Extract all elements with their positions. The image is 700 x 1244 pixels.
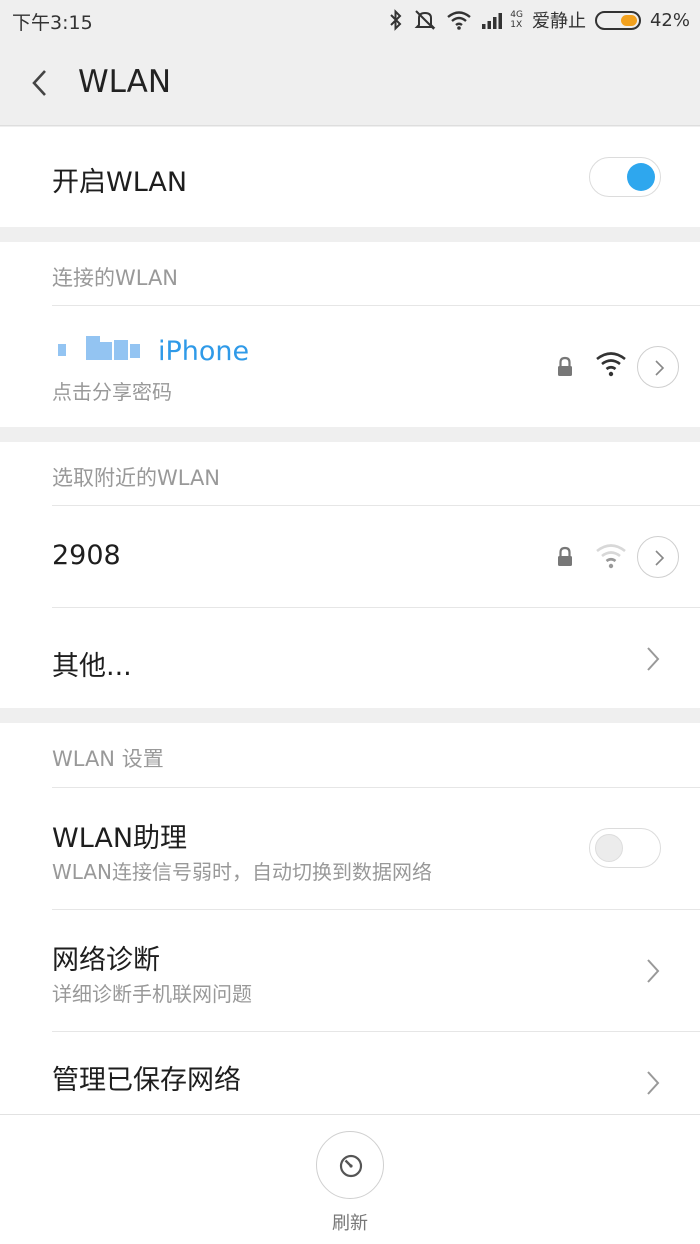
- network-diagnose-row[interactable]: 网络诊断 详细诊断手机联网问题: [0, 910, 700, 1031]
- back-arrow-icon[interactable]: [26, 67, 54, 99]
- status-icons: 4G 1X 爱静止 42%: [388, 7, 690, 33]
- app-bar: WLAN: [0, 40, 700, 126]
- nearby-wlan-card: 选取附近的WLAN 2908 其他...: [0, 442, 700, 708]
- wlan-settings-card: WLAN 设置 WLAN助理 WLAN连接信号弱时，自动切换到数据网络 网络诊断…: [0, 723, 700, 1114]
- carrier-name: 爱静止: [531, 11, 586, 32]
- redacted-pixels: [86, 336, 100, 360]
- lock-icon: [558, 546, 572, 566]
- connected-subtitle: 点击分享密码: [52, 380, 172, 404]
- page-title: WLAN: [78, 64, 172, 100]
- chevron-right-icon: [647, 647, 660, 671]
- connected-ssid: iPhone: [158, 336, 250, 367]
- other-network-label: 其他...: [52, 651, 132, 682]
- wlan-toggle-switch[interactable]: [589, 157, 661, 197]
- toggle-knob: [595, 834, 623, 862]
- wlan-toggle-label: 开启WLAN: [52, 167, 188, 198]
- battery-icon: [594, 10, 641, 30]
- network-type: 4G 1X: [510, 10, 523, 30]
- wlan-assistant-title: WLAN助理: [52, 823, 188, 854]
- refresh-icon: [339, 1154, 363, 1178]
- network-diagnose-title: 网络诊断: [52, 945, 160, 976]
- wifi-status-icon: [447, 11, 472, 30]
- saved-networks-row[interactable]: 管理已保存网络: [0, 1032, 700, 1114]
- status-time: 下午3:15: [12, 12, 93, 34]
- lock-icon: [558, 356, 572, 376]
- nearby-section-title: 选取附近的WLAN: [52, 466, 221, 490]
- redacted-pixels: [58, 344, 66, 356]
- settings-section-title: WLAN 设置: [52, 747, 164, 771]
- chevron-right-icon: [647, 1071, 660, 1095]
- network-detail-button[interactable]: [637, 536, 679, 578]
- refresh-label: 刷新: [332, 1213, 368, 1234]
- refresh-button[interactable]: [316, 1131, 384, 1199]
- toggle-knob: [627, 163, 655, 191]
- saved-networks-title: 管理已保存网络: [52, 1065, 241, 1096]
- bluetooth-icon: [390, 9, 402, 31]
- connected-wlan-card: 连接的WLAN iPhone 点击分享密码: [0, 242, 700, 427]
- battery-fill: [620, 14, 637, 26]
- signal-icon: [482, 13, 503, 29]
- redacted-pixels: [100, 342, 112, 360]
- nearby-network-row[interactable]: 2908: [0, 506, 700, 607]
- nearby-ssid: 2908: [52, 540, 121, 571]
- wifi-signal-weak-icon: [596, 544, 626, 569]
- wlan-toggle-row[interactable]: 开启WLAN: [0, 127, 700, 227]
- other-network-row[interactable]: 其他...: [0, 608, 700, 708]
- status-bar: 下午3:15 4G 1X 爱静止 42%: [0, 0, 700, 40]
- bottom-bar: 刷新: [0, 1114, 700, 1244]
- wlan-assistant-subtitle: WLAN连接信号弱时，自动切换到数据网络: [52, 860, 433, 884]
- network-diagnose-subtitle: 详细诊断手机联网问题: [52, 982, 252, 1006]
- chevron-right-icon: [655, 550, 665, 566]
- battery-percent: 42%: [649, 9, 690, 31]
- chevron-right-icon: [655, 360, 665, 376]
- connected-network-row[interactable]: iPhone 点击分享密码: [0, 306, 700, 427]
- wlan-assistant-row[interactable]: WLAN助理 WLAN连接信号弱时，自动切换到数据网络: [0, 788, 700, 909]
- wifi-signal-strong-icon: [596, 352, 626, 377]
- redacted-pixels: [114, 340, 128, 360]
- redacted-pixels: [130, 344, 140, 358]
- mute-icon: [414, 10, 436, 30]
- network-detail-button[interactable]: [637, 346, 679, 388]
- network-type-4g: 4G: [510, 10, 523, 20]
- chevron-right-icon: [647, 959, 660, 983]
- wlan-assistant-switch[interactable]: [589, 828, 661, 868]
- connected-section-title: 连接的WLAN: [52, 266, 179, 290]
- network-type-1x: 1X: [510, 20, 523, 30]
